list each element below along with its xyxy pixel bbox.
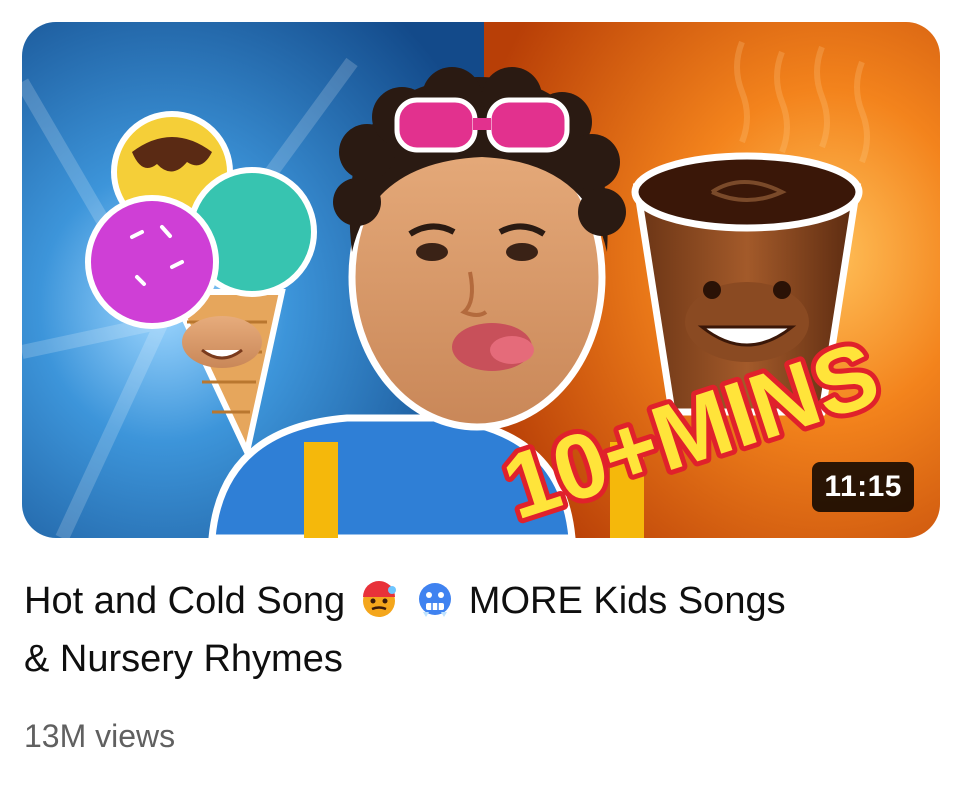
duration-badge: 11:15 <box>812 462 914 512</box>
cold-face-emoji-icon <box>419 583 452 617</box>
title-text-part1: Hot and Cold Song <box>24 580 346 622</box>
video-title[interactable]: Hot and Cold Song MORE Kids Songs & Nurs… <box>24 572 904 688</box>
title-text-part2: MORE Kids Songs <box>468 580 786 622</box>
view-count: 13M views <box>24 718 176 754</box>
thumbnail-artwork: 10+MINS <box>22 22 940 538</box>
video-card[interactable]: 10+MINS 11:15 Hot and Cold Song MORE Kid… <box>0 0 962 804</box>
title-text-part3: & Nursery Rhymes <box>24 638 343 680</box>
video-thumbnail[interactable]: 10+MINS 11:15 <box>22 22 940 538</box>
hot-face-emoji-icon <box>362 581 396 617</box>
